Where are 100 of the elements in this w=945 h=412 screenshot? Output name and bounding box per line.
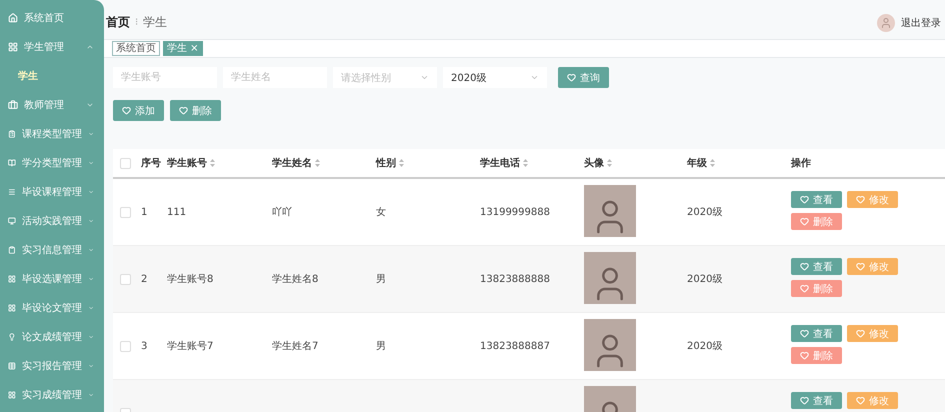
- heart-icon: [856, 396, 865, 405]
- logout-link[interactable]: 退出登录: [901, 16, 941, 30]
- delete-button[interactable]: 删除: [170, 100, 221, 121]
- heart-icon: [800, 284, 809, 293]
- sidebar-item[interactable]: 毕设论文管理: [0, 293, 104, 322]
- row-checkbox[interactable]: [120, 340, 131, 352]
- table-cell-text: 3: [141, 340, 148, 352]
- sort-icon[interactable]: [210, 159, 215, 167]
- breadcrumb-item: 学生: [143, 14, 168, 31]
- select-all-checkbox[interactable]: [120, 158, 131, 168]
- table-cell-text: 2020级: [687, 340, 724, 353]
- heart-icon: [800, 329, 809, 338]
- column-header[interactable]: 学生姓名: [272, 156, 376, 170]
- grid-icon: [8, 42, 18, 52]
- edit-button[interactable]: 修改: [847, 392, 898, 409]
- table-cell-text: 学生账号8: [167, 272, 214, 286]
- photo-placeholder: [584, 252, 636, 304]
- table-icon: [8, 360, 16, 370]
- sidebar-item[interactable]: 实习信息管理: [0, 235, 104, 264]
- table-cell-text: 男: [376, 340, 387, 353]
- select-field[interactable]: 2020级: [443, 67, 547, 88]
- breadcrumb-separator: ⁝: [135, 17, 138, 28]
- view-button[interactable]: 查看: [791, 258, 842, 275]
- sort-icon[interactable]: [315, 159, 320, 167]
- heart-icon: [800, 217, 809, 226]
- table-cell-text: 学生姓名8: [272, 272, 320, 286]
- briefcase-icon: [8, 100, 18, 110]
- sidebar-item[interactable]: 毕设课程管理: [0, 177, 104, 206]
- edit-button[interactable]: 修改: [847, 325, 898, 342]
- sidebar-item[interactable]: 毕设选课管理: [0, 264, 104, 293]
- column-header[interactable]: 学生电话: [480, 156, 584, 170]
- heart-icon: [800, 262, 809, 271]
- sort-icon[interactable]: [523, 159, 528, 167]
- search-field[interactable]: 学生姓名: [223, 67, 327, 88]
- page-tab[interactable]: 系统首页: [112, 41, 160, 56]
- sort-icon[interactable]: [710, 159, 715, 167]
- sidebar-item[interactable]: 学分类型管理: [0, 148, 104, 177]
- table-cell-text: 13199999888: [480, 206, 551, 218]
- edit-button[interactable]: 修改: [847, 191, 898, 208]
- sidebar-item[interactable]: 教师管理: [0, 90, 104, 119]
- column-header: 操作: [791, 156, 812, 170]
- search-button[interactable]: 查询: [558, 67, 609, 88]
- sidebar-item[interactable]: 实习成绩管理: [0, 380, 104, 409]
- sidebar-item[interactable]: 课程类型管理: [0, 119, 104, 148]
- sidebar-item[interactable]: 学生管理: [0, 32, 104, 61]
- lightbulb-icon: [8, 332, 16, 342]
- heart-icon: [567, 73, 576, 82]
- sort-icon[interactable]: [607, 159, 612, 167]
- breadcrumb-item[interactable]: 首页: [106, 14, 130, 31]
- view-button[interactable]: 查看: [791, 191, 842, 208]
- column-header[interactable]: 性别: [376, 156, 480, 170]
- grid-icon: [8, 302, 16, 312]
- sort-icon[interactable]: [399, 159, 404, 167]
- menu-icon: [8, 186, 16, 196]
- sidebar-subitem[interactable]: 学生: [0, 61, 104, 90]
- home-icon: [8, 12, 18, 22]
- sidebar-item[interactable]: 活动实践管理: [0, 206, 104, 235]
- row-checkbox[interactable]: [120, 274, 131, 284]
- table-cell-text: 学生姓名7: [272, 340, 320, 353]
- column-header[interactable]: 学生账号: [167, 156, 272, 170]
- sidebar-item[interactable]: 实习报告管理: [0, 351, 104, 380]
- delete-button[interactable]: 删除: [791, 347, 842, 364]
- view-button[interactable]: 查看: [791, 325, 842, 342]
- table-cell-text: 吖吖: [272, 206, 293, 219]
- add-button[interactable]: 添加: [113, 100, 164, 121]
- monitor-icon: [8, 216, 16, 226]
- heart-icon: [800, 396, 809, 405]
- photo-placeholder: [584, 319, 636, 371]
- view-button[interactable]: 查看: [791, 392, 842, 409]
- table-cell-text: 男: [376, 273, 387, 286]
- clipboard-list-icon: [8, 128, 16, 138]
- avatar: [877, 14, 895, 32]
- delete-button[interactable]: 删除: [791, 213, 842, 230]
- heart-icon: [122, 106, 131, 115]
- table-cell-text: 111: [167, 206, 188, 218]
- table-cell-text: 2020级: [687, 206, 724, 219]
- heart-icon: [800, 351, 809, 360]
- photo-placeholder: [584, 185, 636, 237]
- search-field[interactable]: 学生账号: [113, 67, 217, 88]
- book-icon: [8, 158, 16, 168]
- table-cell-text: 学生账号7: [167, 340, 214, 353]
- column-header[interactable]: 年级: [687, 156, 791, 170]
- table-cell-text: 13823888887: [480, 340, 551, 352]
- sidebar-item[interactable]: 系统首页: [0, 3, 104, 32]
- select-field[interactable]: 请选择性别: [333, 67, 437, 88]
- table-cell-text: 2020级: [687, 273, 724, 286]
- page-tab[interactable]: 学生 ×: [163, 41, 203, 56]
- grid-icon: [8, 390, 16, 400]
- table-cell-text: 女: [376, 206, 387, 219]
- heart-icon: [856, 329, 865, 338]
- row-checkbox[interactable]: [120, 206, 131, 218]
- heart-icon: [800, 195, 809, 204]
- edit-button[interactable]: 修改: [847, 258, 898, 275]
- chevron-icon: [530, 73, 539, 82]
- clipboard-icon: [8, 244, 16, 254]
- column-header[interactable]: 头像: [584, 156, 687, 170]
- table-cell-text: 1: [141, 206, 148, 218]
- chevron-icon: [420, 73, 429, 82]
- delete-button[interactable]: 删除: [791, 280, 842, 297]
- sidebar-item[interactable]: 论文成绩管理: [0, 322, 104, 351]
